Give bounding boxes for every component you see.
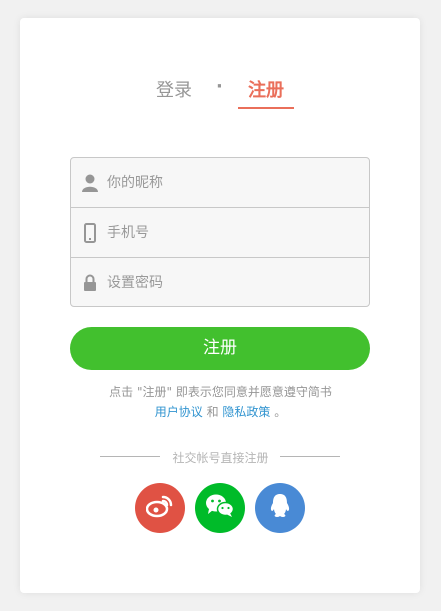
password-field-row xyxy=(71,258,369,306)
agreement-and: 和 xyxy=(206,405,219,419)
weibo-icon xyxy=(145,494,174,522)
user-icon xyxy=(81,173,99,193)
social-login-title: 社交帐号直接注册 xyxy=(172,451,269,465)
agreement-text: 点击 "注册" 即表示您同意并愿意遵守简书 用户协议 和 隐私政策 。 xyxy=(0,382,441,422)
nickname-input[interactable] xyxy=(107,158,357,207)
agreement-suffix: 。 xyxy=(274,405,287,419)
tab-register[interactable]: 注册 xyxy=(238,76,294,102)
active-tab-underline xyxy=(238,107,294,109)
register-button[interactable]: 注册 xyxy=(70,327,370,370)
wechat-button[interactable] xyxy=(195,483,245,533)
qq-button[interactable] xyxy=(255,483,305,533)
qq-icon xyxy=(269,493,291,523)
agreement-prefix: 点击 "注册" 即表示您同意并愿意遵守简书 xyxy=(109,385,332,399)
privacy-policy-link[interactable]: 隐私政策 xyxy=(222,405,270,419)
phone-field-row xyxy=(71,208,369,258)
tab-login[interactable]: 登录 xyxy=(154,76,194,102)
agreement-links: 用户协议 和 隐私政策 。 xyxy=(0,402,441,422)
register-form xyxy=(70,157,370,307)
wechat-icon xyxy=(205,493,235,523)
tab-separator: · xyxy=(216,76,223,97)
divider-right xyxy=(280,456,340,457)
mobile-phone-icon xyxy=(81,223,99,243)
auth-tabs: 登录 · 注册 xyxy=(0,76,441,110)
weibo-button[interactable] xyxy=(135,483,185,533)
password-input[interactable] xyxy=(107,258,357,306)
nickname-field-row xyxy=(71,158,369,208)
lock-icon xyxy=(81,273,99,293)
user-agreement-link[interactable]: 用户协议 xyxy=(155,405,203,419)
phone-input[interactable] xyxy=(107,208,357,257)
